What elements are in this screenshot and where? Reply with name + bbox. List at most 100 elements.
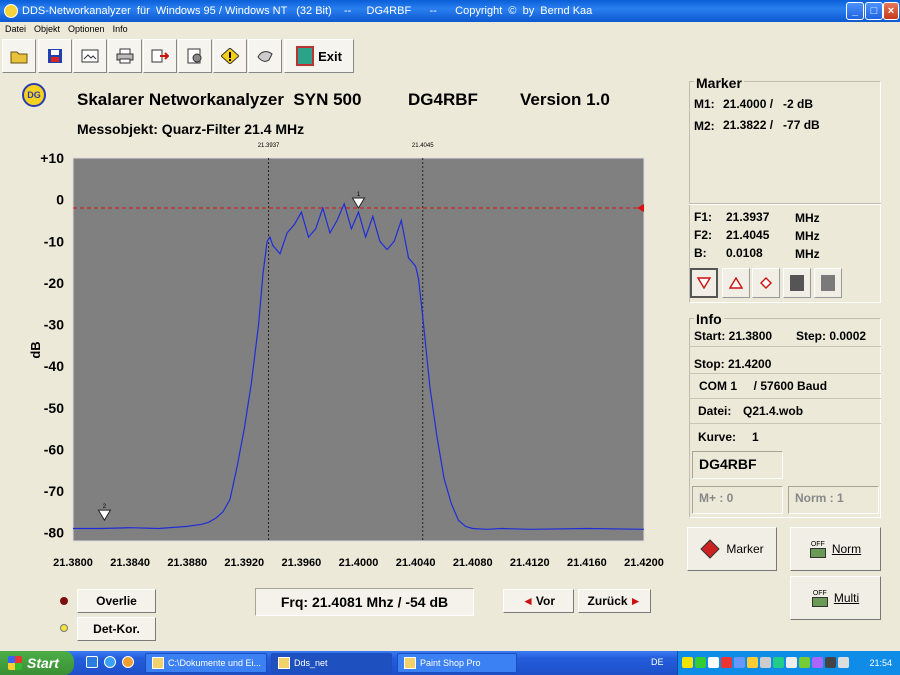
window-titlebar[interactable]: DDS-Networkanalyzer für Windows 95 / Win…	[0, 0, 900, 22]
settings-button[interactable]	[178, 39, 212, 73]
x-tick-label: 21.4080	[453, 557, 493, 569]
vor-button[interactable]: ◄ Vor	[503, 589, 574, 613]
f1-label: F1:	[694, 210, 712, 224]
x-tick-label: 21.4200	[624, 557, 664, 569]
start-label: Start	[27, 655, 59, 671]
tray-icon[interactable]	[721, 657, 732, 668]
marker-divider	[689, 203, 881, 205]
marker-up-button[interactable]	[722, 268, 750, 298]
minimize-button[interactable]: _	[846, 2, 864, 20]
info-file-label: Datei:	[698, 404, 732, 418]
save-button[interactable]	[38, 39, 72, 73]
quicklaunch-media-icon[interactable]	[122, 656, 134, 668]
overlie-led	[60, 597, 68, 605]
info-divider	[689, 423, 881, 424]
menu-datei[interactable]: Datei	[5, 24, 26, 34]
x-tick-label: 21.3960	[282, 557, 322, 569]
marker-toggle-icon	[700, 539, 721, 559]
tray-icon[interactable]	[747, 657, 758, 668]
plot-area[interactable]	[72, 157, 645, 542]
quicklaunch-ie-icon[interactable]	[86, 656, 98, 668]
handshake-button[interactable]	[248, 39, 282, 73]
tray-icon[interactable]	[760, 657, 771, 668]
m2-label: M2:	[694, 119, 715, 133]
x-tick-label: 21.3800	[53, 557, 93, 569]
f2-value: 21.4045	[726, 228, 770, 242]
y-tick-label: -10	[44, 233, 64, 249]
norm-button-label: Norm	[831, 542, 862, 556]
tray-icon[interactable]	[695, 657, 706, 668]
m2-value: 21.3822 / -77 dB	[723, 118, 820, 132]
close-button[interactable]: ×	[883, 2, 899, 20]
tray-icon[interactable]	[838, 657, 849, 668]
detkor-led	[60, 624, 68, 632]
marker-button[interactable]: Marker	[687, 527, 777, 571]
x-tick-label: 21.3840	[110, 557, 150, 569]
task-dds-net[interactable]: Dds_net	[271, 653, 392, 673]
norm-display: Norm : 1	[788, 486, 879, 514]
network-analyzer-chart[interactable]: +10 0 -10 -20 -30 -40 -50 -60 -70 -80 21.3800 21.38…	[0, 140, 680, 580]
norm-off-label: OFF	[810, 540, 825, 548]
marker-up-icon	[729, 277, 743, 289]
tray-icon[interactable]	[799, 657, 810, 668]
open-folder-icon	[10, 51, 28, 64]
warning-button[interactable]	[213, 39, 247, 73]
toolbar: Exit	[0, 37, 900, 75]
x-tick-label: 21.3880	[167, 557, 207, 569]
maximize-button[interactable]: □	[865, 2, 883, 20]
diamond-button[interactable]	[752, 268, 780, 298]
det-kor-button[interactable]: Det-Kor.	[77, 617, 156, 641]
menu-optionen[interactable]: Optionen	[68, 24, 105, 34]
tray-icons	[682, 657, 849, 668]
norm-button[interactable]: OFF Norm	[790, 527, 881, 571]
multi-button[interactable]: OFF Multi	[790, 576, 881, 620]
language-indicator[interactable]: DE	[651, 657, 664, 667]
menu-info[interactable]: Info	[113, 24, 128, 34]
f1-unit: MHz	[795, 211, 820, 225]
exit-button[interactable]: Exit	[284, 39, 354, 73]
info-step: Step: 0.0002	[796, 329, 867, 343]
arrow-right-icon: ►	[629, 594, 642, 608]
tray-icon[interactable]	[682, 657, 693, 668]
app-heading: Skalarer Networkanalyzer SYN 500	[77, 90, 362, 109]
open-button[interactable]	[2, 39, 36, 73]
y-tick-label: -20	[44, 275, 64, 291]
print-button[interactable]	[108, 39, 142, 73]
handshake-icon	[257, 51, 273, 62]
overlie-button[interactable]: Overlie	[77, 589, 156, 613]
system-tray: 21:54	[677, 651, 900, 675]
x-tick-label: 21.4160	[567, 557, 607, 569]
task-explorer-label: C:\Dokumente und Ei...	[168, 658, 262, 668]
task-explorer[interactable]: C:\Dokumente und Ei...	[145, 653, 267, 673]
marker-down-button[interactable]	[690, 268, 718, 298]
tray-icon[interactable]	[825, 657, 836, 668]
switch-icon	[811, 596, 828, 607]
start-button[interactable]: Start	[0, 651, 74, 675]
info-start: Start: 21.3800	[694, 329, 773, 343]
bandwidth-label: B:	[694, 246, 707, 260]
tray-icon[interactable]	[812, 657, 823, 668]
tray-icon[interactable]	[786, 657, 797, 668]
export-button[interactable]	[143, 39, 177, 73]
image-button[interactable]	[73, 39, 107, 73]
grey-square-button[interactable]	[814, 268, 842, 298]
task-dds-net-label: Dds_net	[294, 658, 328, 668]
zurueck-button[interactable]: Zurück ►	[578, 589, 651, 613]
info-com-port: COM 1 / 57600 Baud	[699, 379, 828, 393]
tray-icon[interactable]	[734, 657, 745, 668]
menu-objekt[interactable]: Objekt	[34, 24, 60, 34]
settings-icon	[187, 48, 202, 64]
tray-icon[interactable]	[708, 657, 719, 668]
exit-door-icon	[296, 46, 315, 66]
task-paint-shop-pro[interactable]: Paint Shop Pro	[397, 653, 517, 673]
info-divider	[689, 373, 881, 374]
windows-flag-icon	[8, 656, 22, 670]
tray-icon[interactable]	[773, 657, 784, 668]
dark-square-button[interactable]	[783, 268, 811, 298]
info-panel-title: Info	[694, 311, 724, 327]
y-tick-label: -70	[44, 483, 64, 499]
diamond-icon	[760, 277, 772, 289]
print-icon	[116, 48, 134, 64]
x-tick-label: 21.4120	[510, 557, 550, 569]
quicklaunch-browser-icon[interactable]	[104, 656, 116, 668]
